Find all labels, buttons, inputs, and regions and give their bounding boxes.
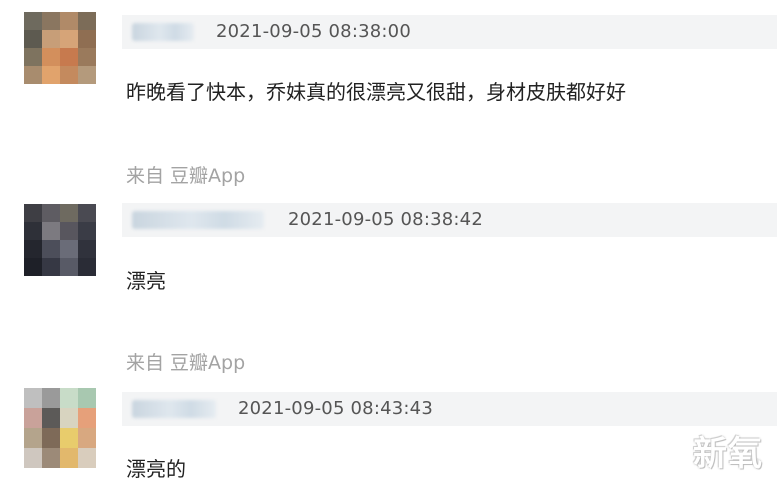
comment-text: 漂亮的 bbox=[126, 457, 186, 481]
comment-3: 2021-09-05 08:43:43 漂亮的 bbox=[0, 0, 777, 489]
comment-meta-bar: 2021-09-05 08:43:43 bbox=[122, 392, 777, 426]
avatar[interactable] bbox=[24, 388, 96, 468]
comment-timestamp: 2021-09-05 08:43:43 bbox=[238, 398, 433, 419]
watermark-logo: 新氧 bbox=[693, 434, 763, 474]
username-blurred[interactable] bbox=[132, 400, 216, 418]
